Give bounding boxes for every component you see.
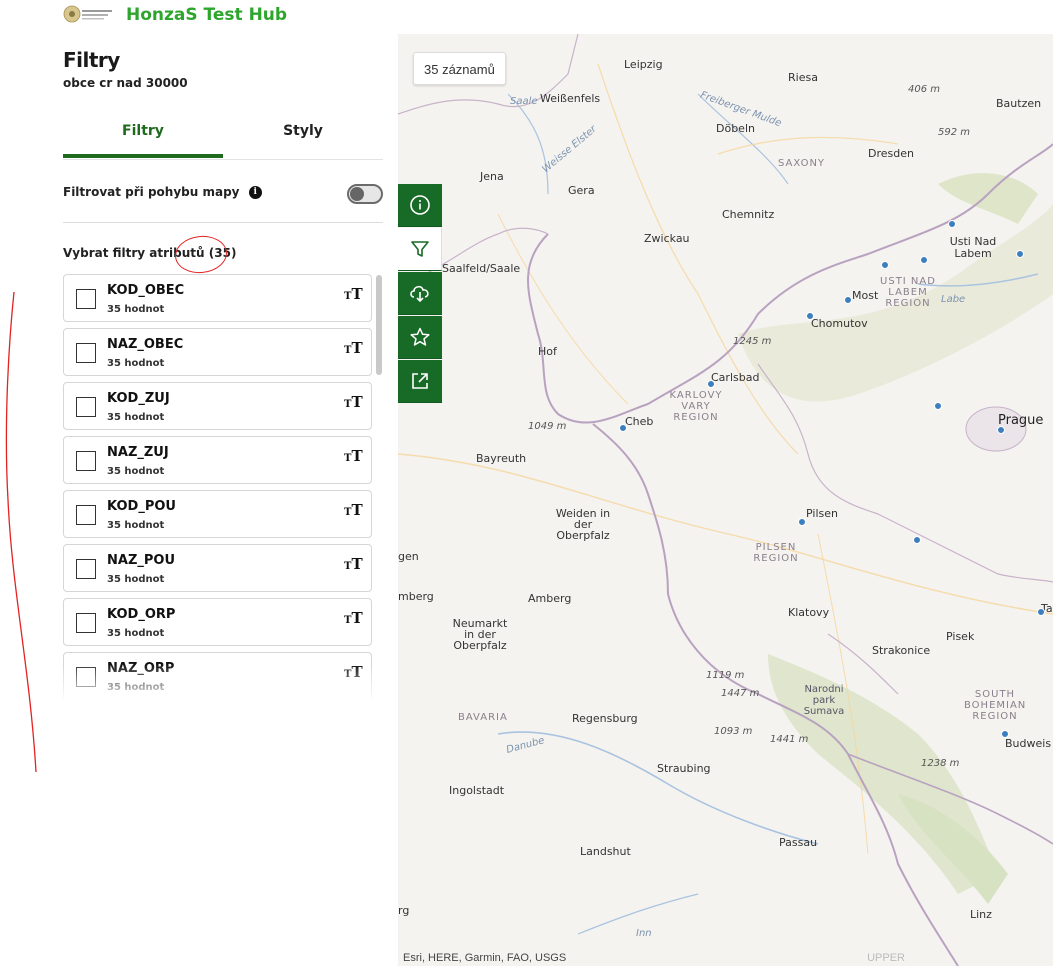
attribute-name: KOD_POU xyxy=(107,499,176,514)
app-header: HonzaS Test Hub xyxy=(0,0,1053,34)
attribute-checkbox[interactable] xyxy=(76,559,96,579)
feature-point xyxy=(844,296,852,304)
text-type-big: T xyxy=(351,663,363,681)
text-type-icon: TT xyxy=(344,662,363,681)
attribute-card-naz-pou[interactable]: NAZ_POU 35 hodnot TT xyxy=(63,544,372,592)
feature-point xyxy=(920,256,928,264)
attribute-card-naz-obec[interactable]: NAZ_OBEC 35 hodnot TT xyxy=(63,328,372,376)
annotation-line xyxy=(5,291,37,773)
attribute-name: KOD_OBEC xyxy=(107,283,185,298)
filter-icon xyxy=(410,241,429,257)
feature-point xyxy=(707,380,715,388)
info-icon xyxy=(410,195,430,215)
attribute-value-count: 35 hodnot xyxy=(107,628,165,639)
share-button[interactable] xyxy=(398,360,442,403)
download-button[interactable] xyxy=(398,272,442,315)
cloud-download-icon xyxy=(410,285,429,303)
tab-filtry[interactable]: Filtry xyxy=(63,114,223,158)
records-count-badge[interactable]: 35 záznamů xyxy=(413,52,506,85)
text-type-icon: TT xyxy=(344,338,363,357)
attribute-card-kod-pou[interactable]: KOD_POU 35 hodnot TT xyxy=(63,490,372,538)
attribute-value-count: 35 hodnot xyxy=(107,358,165,369)
feature-point xyxy=(997,426,1005,434)
layer-name: obce cr nad 30000 xyxy=(63,76,188,90)
favorite-button[interactable] xyxy=(398,316,442,359)
feature-point xyxy=(1037,608,1045,616)
app-root: HonzaS Test Hub Filtry obce cr nad 30000… xyxy=(0,0,1053,966)
feature-layer xyxy=(619,220,1045,738)
attribute-list-scrollbar[interactable] xyxy=(376,275,382,375)
attribute-checkbox[interactable] xyxy=(76,397,96,417)
info-icon[interactable]: i xyxy=(248,186,262,199)
filter-on-move-row: Filtrovat při pohybu mapy i xyxy=(63,182,383,208)
attribute-value-count: 35 hodnot xyxy=(107,520,165,531)
text-type-big: T xyxy=(351,285,363,303)
text-type-big: T xyxy=(351,393,363,411)
attribute-checkbox[interactable] xyxy=(76,451,96,471)
attribute-checkbox[interactable] xyxy=(76,289,96,309)
filter-on-move-toggle[interactable] xyxy=(347,184,383,204)
text-type-icon: TT xyxy=(344,608,363,627)
text-type-icon: TT xyxy=(344,392,363,411)
panel-title: Filtry xyxy=(63,48,120,72)
map-faded-label: UPPER xyxy=(867,952,905,964)
attribute-value-count: 35 hodnot xyxy=(107,574,165,585)
text-type-icon: TT xyxy=(344,284,363,303)
panel-tabs: Filtry Styly xyxy=(63,114,383,160)
attribute-checkbox[interactable] xyxy=(76,613,96,633)
text-type-big: T xyxy=(351,501,363,519)
map-attribution: Esri, HERE, Garmin, FAO, USGS xyxy=(403,952,567,964)
feature-point xyxy=(913,536,921,544)
toggle-knob xyxy=(350,187,364,201)
attribute-list: KOD_OBEC 35 hodnot TT NAZ_OBEC 35 hodnot… xyxy=(63,274,373,698)
attribute-name: NAZ_ORP xyxy=(107,661,175,676)
divider xyxy=(63,222,383,223)
text-type-big: T xyxy=(351,609,363,627)
attribute-name: NAZ_OBEC xyxy=(107,337,184,352)
attribute-card-naz-orp[interactable]: NAZ_ORP 35 hodnot TT xyxy=(63,652,372,698)
text-type-big: T xyxy=(351,555,363,573)
attribute-value-count: 35 hodnot xyxy=(107,466,165,477)
attribute-card-kod-obec[interactable]: KOD_OBEC 35 hodnot TT xyxy=(63,274,372,322)
attribute-value-count: 35 hodnot xyxy=(107,412,165,423)
feature-point xyxy=(806,312,814,320)
attribute-card-kod-orp[interactable]: KOD_ORP 35 hodnot TT xyxy=(63,598,372,646)
info-button[interactable] xyxy=(398,184,442,227)
attribute-checkbox[interactable] xyxy=(76,343,96,363)
filter-panel: Filtry obce cr nad 30000 Filtry Styly Fi… xyxy=(0,34,398,966)
text-type-icon: TT xyxy=(344,554,363,573)
filter-button[interactable] xyxy=(398,228,442,271)
feature-point xyxy=(1016,250,1024,258)
attribute-name: KOD_ZUJ xyxy=(107,391,170,406)
attribute-checkbox[interactable] xyxy=(76,667,96,687)
share-icon xyxy=(412,373,428,389)
map-view[interactable]: Leipzig Riesa Saale Weißenfels Döbeln Fr… xyxy=(398,34,1053,966)
text-type-icon: TT xyxy=(344,500,363,519)
feature-point xyxy=(798,518,806,526)
emblem-logo[interactable] xyxy=(62,3,114,25)
filter-on-move-label: Filtrovat při pohybu mapy i xyxy=(63,185,262,199)
feature-point xyxy=(619,424,627,432)
attribute-card-naz-zuj[interactable]: NAZ_ZUJ 35 hodnot TT xyxy=(63,436,372,484)
attribute-name: NAZ_POU xyxy=(107,553,176,568)
feature-point xyxy=(881,261,889,269)
attribute-card-kod-zuj[interactable]: KOD_ZUJ 35 hodnot TT xyxy=(63,382,372,430)
filter-on-move-text: Filtrovat při pohybu mapy xyxy=(63,185,240,199)
text-type-big: T xyxy=(351,339,363,357)
tab-styly[interactable]: Styly xyxy=(223,114,383,158)
feature-point xyxy=(948,220,956,228)
attribute-name: KOD_ORP xyxy=(107,607,176,622)
app-title[interactable]: HonzaS Test Hub xyxy=(126,5,287,25)
attribute-value-count: 35 hodnot xyxy=(107,682,165,693)
feature-point xyxy=(1001,730,1009,738)
attribute-name: NAZ_ZUJ xyxy=(107,445,169,460)
star-icon xyxy=(410,327,430,346)
attribute-checkbox[interactable] xyxy=(76,505,96,525)
text-type-big: T xyxy=(351,447,363,465)
attribute-value-count: 35 hodnot xyxy=(107,304,165,315)
text-type-icon: TT xyxy=(344,446,363,465)
feature-point xyxy=(934,402,942,410)
